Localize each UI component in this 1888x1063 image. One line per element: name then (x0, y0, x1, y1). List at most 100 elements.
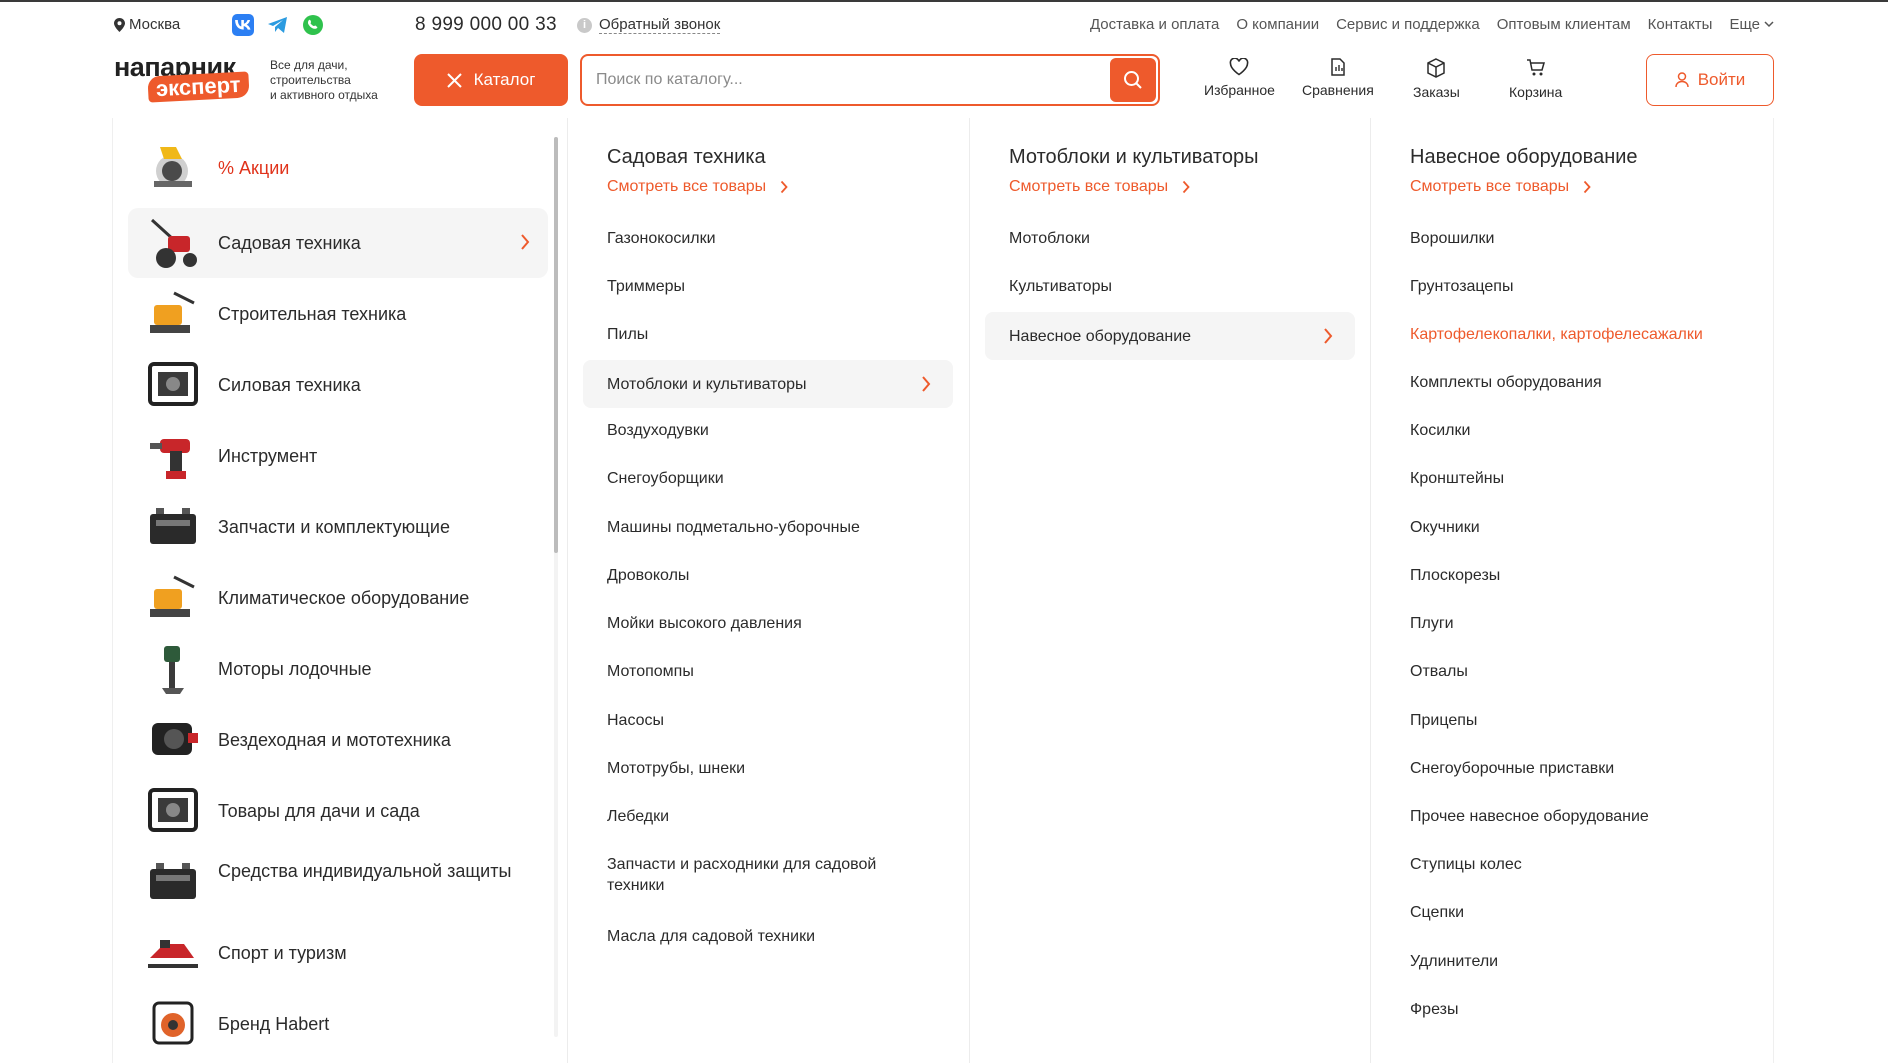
whatsapp-icon[interactable] (302, 14, 324, 36)
subcategory-item[interactable]: Машины подметально-уборочные (607, 517, 860, 538)
top-bar: Москва 8 999 000 00 33 i Обратный звонок… (0, 0, 1888, 52)
compare-icon (1331, 58, 1345, 76)
subcategory-item[interactable]: Воздуходувки (607, 420, 709, 441)
subcategory-item[interactable]: Плуги (1410, 613, 1454, 634)
subcategory-item[interactable]: Запчасти и расходники для садовой техник… (607, 854, 917, 896)
phone-number[interactable]: 8 999 000 00 33 (415, 14, 557, 36)
subcategory-item-active[interactable]: Навесное оборудование (985, 312, 1355, 360)
category-item-dacha[interactable]: Товары для дачи и сада (128, 776, 548, 846)
subcategory-item[interactable]: Ворошилки (1410, 228, 1494, 249)
category-label: % Акции (218, 158, 290, 178)
category-item-tools[interactable]: Инструмент (128, 421, 548, 491)
subcategory-item[interactable]: Прочее навесное оборудование (1410, 806, 1649, 827)
login-button[interactable]: Войти (1646, 54, 1774, 106)
city-selector[interactable]: Москва (114, 16, 180, 33)
category-item-sport[interactable]: Спорт и туризм (128, 918, 548, 988)
subcategory-item[interactable]: Снегоуборочные приставки (1410, 758, 1614, 779)
column-title: Мотоблоки и культиваторы (1009, 146, 1259, 168)
nav-service[interactable]: Сервис и поддержка (1336, 16, 1480, 33)
subcategory-item[interactable]: Дровоколы (607, 565, 689, 586)
compare-link[interactable]: Сравнения (1302, 58, 1374, 98)
subcategory-item[interactable]: Удлинители (1410, 951, 1498, 972)
subcategory-item[interactable]: Ступицы колес (1410, 854, 1522, 875)
subcategory-item[interactable]: Сцепки (1410, 902, 1464, 923)
callback-link[interactable]: i Обратный звонок (577, 16, 721, 34)
see-all-link[interactable]: Смотреть все товары (1009, 178, 1190, 196)
subcategory-item[interactable]: Насосы (607, 710, 664, 731)
category-label: Инструмент (218, 446, 318, 466)
subcategory-item[interactable]: Мототрубы, шнеки (607, 758, 745, 779)
nav-contacts[interactable]: Контакты (1648, 16, 1713, 33)
chevron-right-icon (521, 234, 530, 250)
header: напарник эксперт Все для дачи, строитель… (0, 52, 1888, 116)
top-nav: Доставка и оплата О компании Сервис и по… (1090, 16, 1774, 33)
subcategory-item-hover[interactable]: Картофелекопалки, картофелесажалки (1410, 324, 1703, 345)
favorites-link[interactable]: Избранное (1204, 58, 1275, 98)
subcategory-item[interactable]: Мотопомпы (607, 661, 694, 682)
subcategory-item[interactable]: Фрезы (1410, 999, 1458, 1020)
subcategory-item[interactable]: Грунтозацепы (1410, 276, 1513, 297)
category-item-garden[interactable]: Садовая техника (128, 208, 548, 278)
column-title: Навесное оборудование (1410, 146, 1638, 168)
subcategory-item[interactable]: Пилы (607, 324, 648, 345)
see-all-link[interactable]: Смотреть все товары (1410, 178, 1591, 196)
category-label: Садовая техника (218, 233, 361, 253)
category-item-boat-motors[interactable]: Моторы лодочные (128, 634, 548, 704)
subcategory-item[interactable]: Культиваторы (1009, 276, 1112, 297)
nav-about[interactable]: О компании (1236, 16, 1319, 33)
cart-link[interactable]: Корзина (1509, 58, 1562, 100)
category-item-habert[interactable]: Бренд Habert (128, 989, 548, 1059)
column-divider (969, 118, 970, 1063)
search-input[interactable] (596, 56, 1076, 104)
nav-wholesale[interactable]: Оптовым клиентам (1497, 16, 1631, 33)
catalog-button[interactable]: Каталог (414, 54, 568, 106)
plate-compactor-icon (150, 291, 195, 333)
see-all-link[interactable]: Смотреть все товары (607, 178, 788, 196)
subcategory-item[interactable]: Окучники (1410, 517, 1480, 538)
subcategory-item[interactable]: Мотоблоки (1009, 228, 1090, 249)
nav-delivery[interactable]: Доставка и оплата (1090, 16, 1219, 33)
callback-label: Обратный звонок (599, 16, 721, 34)
login-label: Войти (1697, 70, 1746, 89)
generator-icon (148, 362, 198, 406)
subcategory-item-active[interactable]: Мотоблоки и культиваторы (583, 360, 953, 408)
category-item-construction[interactable]: Строительная техника (128, 279, 548, 349)
category-item-climate[interactable]: Климатическое оборудование (128, 563, 548, 633)
box-icon (1427, 58, 1446, 78)
category-label: Запчасти и комплектующие (218, 517, 450, 537)
slogan: Все для дачи, строительства и активного … (270, 58, 400, 103)
category-item-ppe[interactable]: Средства индивидуальной защиты (128, 847, 548, 917)
subcategory-item[interactable]: Отвалы (1410, 661, 1468, 682)
subcategory-item[interactable]: Плоскорезы (1410, 565, 1500, 586)
heart-icon (1230, 58, 1249, 76)
subcategory-item[interactable]: Триммеры (607, 276, 685, 297)
see-all-label: Смотреть все товары (1410, 178, 1570, 195)
close-icon (446, 72, 462, 88)
search-icon (1124, 71, 1142, 89)
subcategory-item[interactable]: Комплекты оборудования (1410, 372, 1602, 393)
chevron-right-icon (780, 180, 788, 194)
subcategory-item[interactable]: Лебедки (607, 806, 669, 827)
logo[interactable]: напарник эксперт (114, 52, 266, 104)
circular-saw-icon (154, 147, 192, 187)
subcategory-item[interactable]: Косилки (1410, 420, 1470, 441)
subcategory-item[interactable]: Мойки высокого давления (607, 613, 802, 634)
subcategory-item[interactable]: Прицепы (1410, 710, 1477, 731)
category-label: Климатическое оборудование (218, 588, 470, 608)
orders-link[interactable]: Заказы (1413, 58, 1460, 100)
subcategory-item[interactable]: Снегоуборщики (607, 468, 724, 489)
subcategory-item[interactable]: Масла для садовой техники (607, 926, 815, 947)
telegram-icon[interactable] (267, 14, 289, 36)
cart-label: Корзина (1509, 84, 1563, 100)
category-item-power[interactable]: Силовая техника (128, 350, 548, 420)
category-item-parts[interactable]: Запчасти и комплектующие (128, 492, 548, 562)
nav-more[interactable]: Еще (1729, 16, 1774, 33)
scrollbar-thumb[interactable] (554, 137, 558, 553)
subcategory-item[interactable]: Кронштейны (1410, 468, 1504, 489)
subcategory-item[interactable]: Газонокосилки (607, 228, 716, 249)
category-item-offroad[interactable]: Вездеходная и мототехника (128, 705, 548, 775)
column-divider (1370, 118, 1371, 1063)
vk-icon[interactable] (232, 14, 254, 36)
category-item-promo[interactable]: % Акции (128, 133, 548, 203)
search-button[interactable] (1110, 58, 1156, 102)
